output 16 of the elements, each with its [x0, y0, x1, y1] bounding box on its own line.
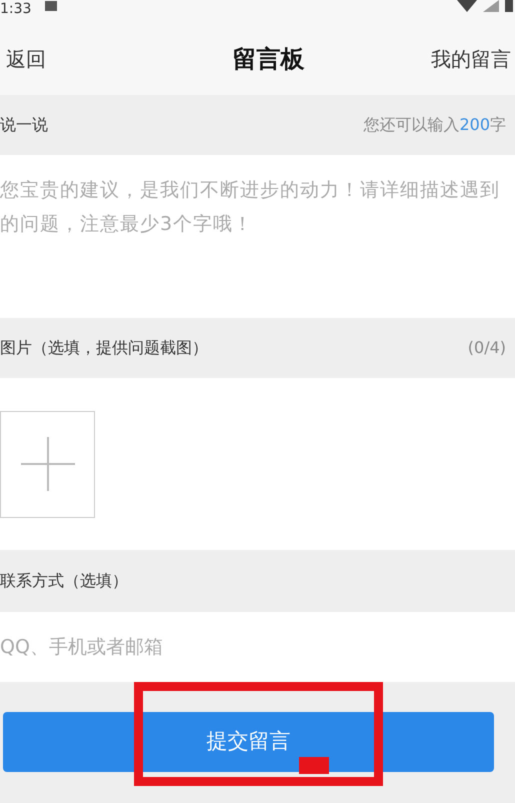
- image-count: (0/4): [468, 337, 506, 359]
- notification-icon: [45, 1, 58, 11]
- back-button[interactable]: 返回: [6, 44, 46, 74]
- contact-field[interactable]: QQ、手机或者邮箱: [0, 612, 515, 682]
- section-label: 说一说: [0, 114, 48, 136]
- section-label: 联系方式（选填）: [0, 570, 128, 592]
- highlight-marker: [299, 757, 329, 774]
- status-time: 1:33: [0, 2, 32, 16]
- message-field[interactable]: 您宝贵的建议，是我们不断进步的动力！请详细描述遇到的问题，注意最少3个字哦！: [0, 155, 515, 318]
- add-image-button[interactable]: [0, 410, 95, 518]
- submit-button[interactable]: 提交留言: [3, 712, 494, 772]
- page-title: 留言板: [232, 44, 304, 74]
- character-counter: 您还可以输入200字: [363, 114, 506, 136]
- plus-icon: [20, 437, 74, 491]
- section-label: 图片（选填，提供问题截图）: [0, 337, 208, 359]
- my-messages-link[interactable]: 我的留言: [431, 44, 511, 74]
